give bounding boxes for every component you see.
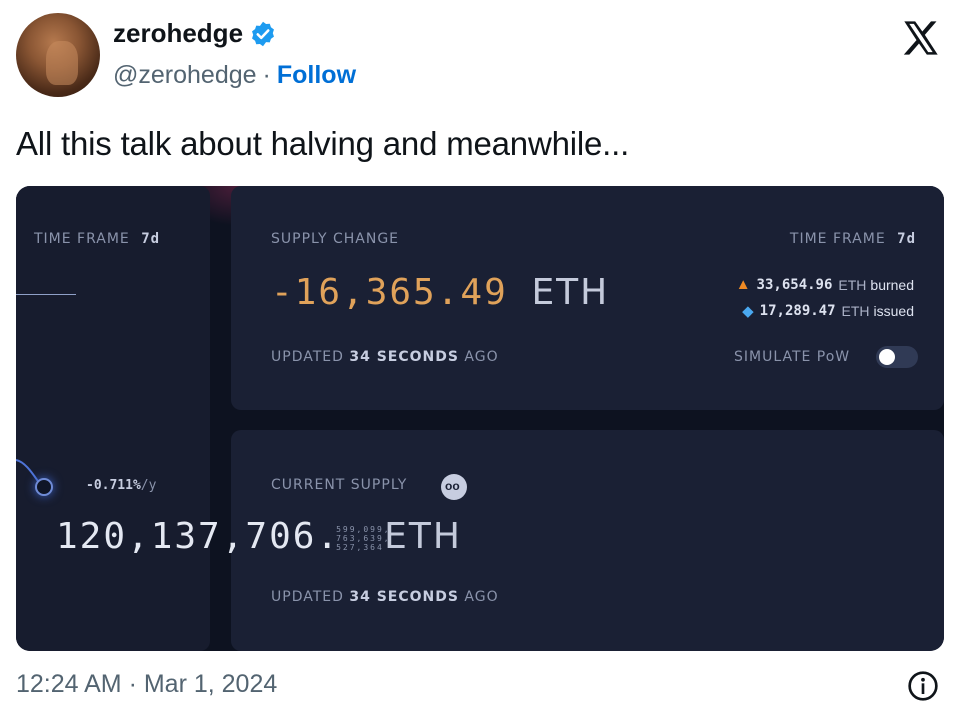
avatar[interactable] xyxy=(16,13,100,97)
burned-stat: ▲ 33,654.96 ETH burned xyxy=(735,276,914,293)
avatar-figure xyxy=(46,41,78,85)
author-name-row: zerohedge xyxy=(113,18,277,49)
fire-icon: ▲ xyxy=(735,276,751,293)
current-supply-label: CURRENT SUPPLY xyxy=(271,477,408,493)
x-logo-icon[interactable] xyxy=(900,18,942,58)
water-drop-icon: ◆ xyxy=(742,303,754,320)
rate-readout: -0.711%/y xyxy=(86,478,157,493)
issued-stat: ◆ 17,289.47 ETH issued xyxy=(742,303,914,320)
verified-badge-icon xyxy=(252,21,274,46)
supply-change-value: -16,365.49 ETH xyxy=(271,272,610,313)
follow-button[interactable]: Follow xyxy=(277,61,356,90)
left-time-frame: TIME FRAME 7d xyxy=(34,231,161,247)
current-supply-value: 120,137,706.599,099, 763,639, 527,364ETH xyxy=(56,516,462,557)
simulate-pow-toggle[interactable] xyxy=(876,346,918,368)
supply-change-updated: UPDATED 34 SECONDS AGO xyxy=(271,349,499,365)
rate-panel: TIME FRAME 7d -0.711%/y xyxy=(16,186,210,651)
chart-dot xyxy=(35,478,53,496)
tweet-image[interactable]: TIME FRAME 7d -0.711%/y SUPPLY CHANGE TI… xyxy=(16,186,944,651)
chart-line xyxy=(16,294,76,295)
display-name[interactable]: zerohedge xyxy=(113,18,243,49)
toggle-knob xyxy=(879,349,895,365)
current-supply-updated: UPDATED 34 SECONDS AGO xyxy=(271,589,499,605)
info-icon[interactable] xyxy=(907,670,939,702)
supply-change-panel: SUPPLY CHANGE TIME FRAME 7d -16,365.49 E… xyxy=(231,186,944,410)
tweet-text: All this talk about halving and meanwhil… xyxy=(16,125,630,162)
simulate-pow-label: SIMULATE PoW xyxy=(734,349,851,365)
tweet-timestamp[interactable]: 12:24 AM · Mar 1, 2024 xyxy=(16,670,277,699)
right-time-frame: TIME FRAME 7d xyxy=(789,231,916,247)
nerd-face-icon: oo xyxy=(441,474,467,500)
supply-decimals: 599,099, 763,639, 527,364 xyxy=(336,524,391,552)
separator: · xyxy=(262,61,271,89)
handle-row: @zerohedge · Follow xyxy=(113,61,356,90)
handle[interactable]: @zerohedge xyxy=(113,61,257,90)
supply-change-label: SUPPLY CHANGE xyxy=(271,231,400,247)
